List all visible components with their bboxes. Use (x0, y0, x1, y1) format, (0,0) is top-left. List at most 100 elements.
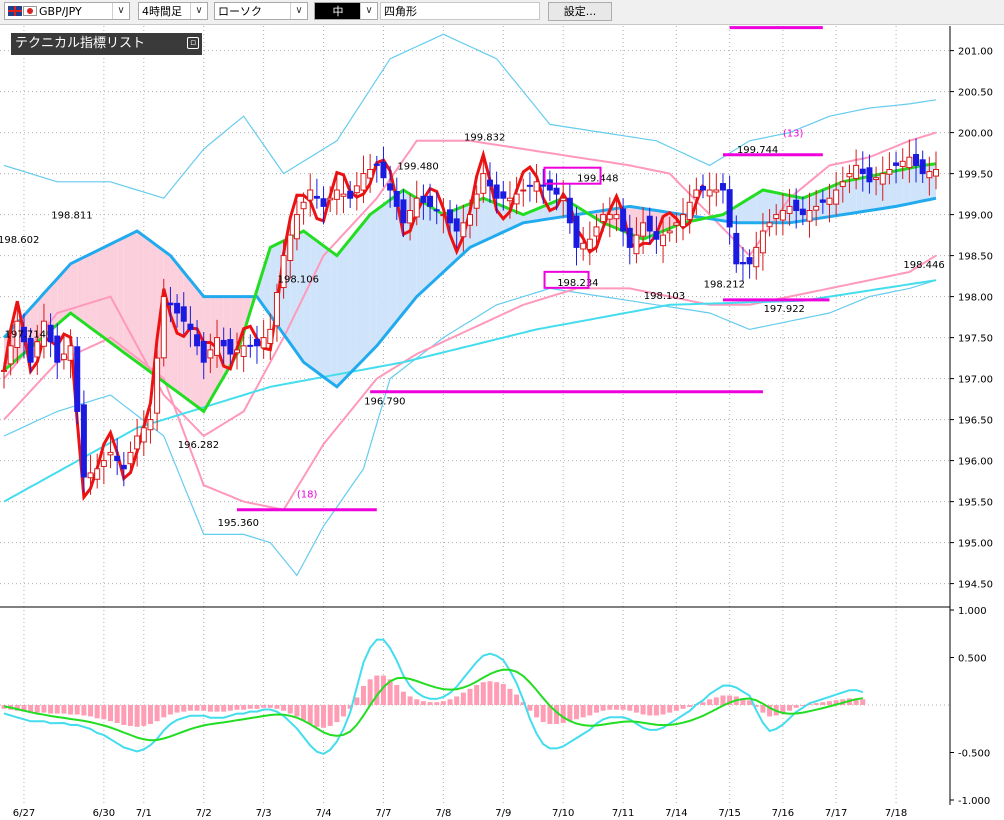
price-annotation: 198.103 (644, 291, 685, 302)
candle-body (779, 210, 786, 221)
price-tick-label: 199.00 (958, 211, 993, 222)
macd-bar (301, 705, 307, 721)
candle-body (493, 184, 500, 199)
candle-body (360, 173, 367, 191)
cloud-segment (323, 245, 331, 382)
macd-bar (181, 705, 187, 712)
candle-body (140, 427, 147, 443)
candle-body (853, 164, 860, 179)
cycle-label: (18) (297, 490, 318, 501)
candle-body (660, 234, 667, 247)
date-label: 7/9 (495, 808, 511, 819)
candle-body (273, 292, 280, 327)
macd-bar (826, 701, 832, 705)
price-annotation: 196.282 (178, 440, 219, 451)
candle-body (94, 468, 101, 480)
candle-body (573, 215, 580, 248)
macd-bar (201, 705, 207, 711)
candle-body (753, 246, 760, 268)
candle-body (933, 169, 939, 177)
price-tick-label: 201.00 (958, 47, 993, 58)
candle-body (214, 337, 221, 356)
macd-bar (793, 705, 799, 708)
price-tick-label: 196.50 (958, 416, 993, 427)
macd-bar (707, 699, 713, 705)
price-annotation: 197.922 (764, 304, 805, 315)
price-annotation: 198.811 (51, 211, 92, 222)
candle-body (799, 208, 806, 216)
macd-bar (234, 705, 240, 710)
candle-body (27, 337, 34, 363)
candle-body (913, 154, 920, 166)
candle-body (839, 181, 846, 187)
date-label: 7/7 (375, 808, 391, 819)
candle-body (440, 214, 447, 217)
date-label: 7/18 (885, 808, 907, 819)
candle-body (566, 197, 573, 224)
candle-body (673, 222, 680, 226)
macd-bar (593, 705, 599, 713)
candle-body (300, 201, 307, 210)
macd-bar (287, 705, 293, 714)
macd-bar (574, 705, 580, 720)
macd-bar (48, 705, 54, 714)
candle-body (926, 171, 933, 179)
macd-bar (507, 688, 513, 705)
macd-bar (460, 692, 466, 705)
candle-body (187, 323, 194, 330)
cloud-segment (143, 235, 151, 373)
price-tick-label: 200.00 (958, 129, 993, 140)
macd-bar (653, 705, 659, 716)
price-annotation: 195.360 (218, 518, 259, 529)
macd-bar (281, 705, 287, 711)
macd-bar (327, 705, 333, 726)
collapse-icon[interactable]: ▫ (187, 37, 199, 49)
macd-bar (527, 705, 533, 711)
candle-body (220, 339, 227, 347)
cloud-segment (856, 177, 863, 213)
candle-body (886, 169, 893, 175)
price-annotation: 198.212 (704, 279, 745, 290)
candle-body (154, 357, 161, 414)
cloud-segment (350, 231, 357, 374)
candle-body (633, 234, 640, 255)
candle-body (526, 184, 533, 187)
candle-body (100, 460, 107, 467)
price-tick-label: 195.50 (958, 498, 993, 509)
cloud-segment (370, 209, 377, 353)
price-tick-label: 198.00 (958, 293, 993, 304)
time-axis: 6/27 6/30 7/1 7/2 7/3 7/4 7/7 7/8 7/9 7/10 7/11 7/1… (13, 808, 908, 819)
candle-body (120, 464, 127, 470)
macd-bar (480, 682, 486, 705)
macd-bar (187, 705, 193, 711)
cloud-segment (123, 234, 131, 358)
macd-tick-label: 1.000 (958, 606, 987, 617)
candle-body (586, 238, 593, 250)
candle-body (846, 173, 853, 178)
price-axis: 201.00 200.50 200.00 199.50 199.00 198.50 198.… (950, 47, 993, 591)
candle-body (906, 156, 913, 169)
candle-body (700, 185, 706, 191)
macd-bar (560, 705, 566, 724)
candle-body (786, 205, 793, 214)
macd-bar (194, 705, 200, 711)
candle-body (540, 184, 547, 187)
candle-body (453, 218, 460, 232)
candle-body (893, 162, 900, 166)
candle-body (340, 193, 347, 197)
candle-body (813, 205, 820, 211)
date-label: 7/17 (825, 808, 847, 819)
macd-bar (354, 697, 360, 705)
macd-bar (34, 705, 40, 713)
date-label: 6/30 (93, 808, 115, 819)
indicator-list-panel[interactable]: テクニカル指標リスト ▫ (11, 33, 202, 55)
candle-body (87, 472, 94, 479)
cloud-segment (383, 199, 391, 338)
cloud-segment (83, 253, 91, 328)
candle-body (806, 210, 813, 222)
macd-bar (434, 702, 440, 705)
price-annotation: 199.480 (397, 161, 438, 172)
candle-body (353, 185, 360, 194)
candle-body (500, 191, 507, 199)
macd-bar (787, 705, 793, 711)
